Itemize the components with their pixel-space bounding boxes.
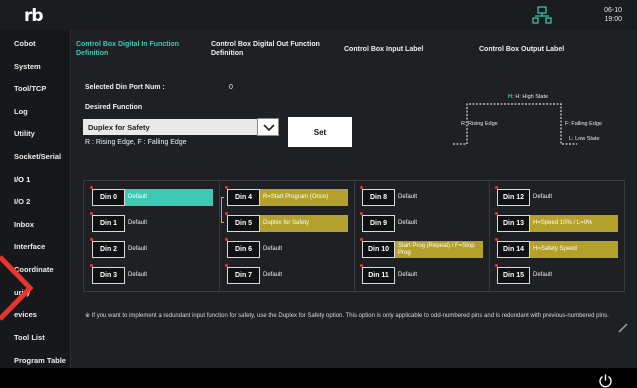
legend-rising: R: Rising Edge — [461, 121, 498, 127]
din-11-button[interactable]: Din 11 — [362, 267, 395, 284]
din-6-function[interactable]: Default — [260, 241, 348, 258]
din-6-button[interactable]: Din 6 — [227, 241, 260, 258]
function-select[interactable]: Duplex for Safety — [83, 119, 277, 135]
legend-high-text: H: High State — [515, 94, 549, 100]
sidebar-item-io1[interactable]: I/O 1 — [14, 175, 30, 184]
din-15-button[interactable]: Din 15 — [497, 267, 530, 284]
din-10-function[interactable]: Start Prog (Repeat) / F=Stop Prog — [395, 241, 483, 258]
sidebar-item-inbox[interactable]: Inbox — [14, 220, 34, 229]
bottom-bar — [0, 368, 637, 388]
din-1-function[interactable]: Default — [125, 215, 213, 232]
din-3-button[interactable]: Din 3 — [92, 267, 125, 284]
din-13-button[interactable]: Din 13 — [497, 215, 530, 232]
edge-hint: R : Rising Edge, F : Falling Edge — [85, 139, 187, 146]
main-panel: Control Box Digital In Function Definiti… — [71, 30, 637, 368]
legend-rising-text: R: Rising Edge — [461, 121, 498, 127]
date-text: 06-10 — [604, 7, 622, 14]
din-7-function[interactable]: Default — [260, 267, 348, 284]
top-bar: rb 06-10 19:00 — [0, 0, 637, 30]
din-5-button[interactable]: Din 5 — [227, 215, 260, 232]
din-0-function[interactable]: Default — [125, 189, 213, 206]
legend-low-text: L: Low State — [569, 136, 600, 142]
din-14-function[interactable]: H=Safety Speed — [530, 241, 618, 258]
sidebar-item-system[interactable]: System — [14, 62, 41, 71]
legend-low: L: Low State — [569, 136, 600, 142]
legend-falling: F: Falling Edge — [565, 121, 602, 127]
grid-divider — [354, 181, 355, 291]
din-1-button[interactable]: Din 1 — [92, 215, 125, 232]
din-0-button[interactable]: Din 0 — [92, 189, 125, 206]
din-8-button[interactable]: Din 8 — [362, 189, 395, 206]
tab-digital-in-function[interactable]: Control Box Digital In Function Definiti… — [76, 40, 204, 58]
sidebar-item-io2[interactable]: I/O 2 — [14, 197, 30, 206]
sidebar-item-socket-serial[interactable]: Socket/Serial — [14, 152, 61, 161]
duplex-note: ※ If you want to implement a redundant i… — [85, 313, 609, 319]
grid-divider — [219, 181, 220, 291]
sidebar-item-utility[interactable]: Utility — [14, 129, 35, 138]
network-icon[interactable] — [532, 6, 552, 24]
legend-high: H: H: High State — [508, 94, 549, 100]
power-icon[interactable] — [598, 373, 613, 388]
din-9-function[interactable]: Default — [395, 215, 483, 232]
sidebar-item-cobot[interactable]: Cobot — [14, 39, 36, 48]
din-4-button[interactable]: Din 4 — [227, 189, 260, 206]
din-2-button[interactable]: Din 2 — [92, 241, 125, 258]
din-12-function[interactable]: Default — [530, 189, 618, 206]
din-pin-grid: Din 0 Default Din 1 Default Din 2 Defaul… — [83, 180, 625, 292]
tab-bar: Control Box Digital In Function Definiti… — [71, 40, 637, 70]
chevron-down-icon — [263, 124, 275, 132]
logo: rb — [24, 6, 44, 26]
din-5-function[interactable]: Duplex for Safety — [260, 215, 348, 232]
din-11-function[interactable]: Default — [395, 267, 483, 284]
din-12-button[interactable]: Din 12 — [497, 189, 530, 206]
tab-output-label[interactable]: Control Box Output Label — [479, 45, 599, 54]
tab-input-label[interactable]: Control Box Input Label — [344, 45, 464, 54]
legend-falling-text: F: Falling Edge — [565, 121, 602, 127]
duplex-bracket — [221, 197, 224, 223]
din-8-function[interactable]: Default — [395, 189, 483, 206]
function-select-value: Duplex for Safety — [88, 123, 150, 132]
din-4-function[interactable]: R=Start Program (Once) — [260, 189, 348, 206]
chevron-right-icon — [0, 255, 34, 321]
time-text: 19:00 — [604, 16, 622, 23]
din-10-button[interactable]: Din 10 — [362, 241, 395, 258]
datetime: 06-10 19:00 — [596, 6, 622, 24]
tab-digital-out-function[interactable]: Control Box Digital Out Function Definit… — [211, 40, 337, 58]
desired-function-label: Desired Function — [85, 104, 143, 111]
sidebar-item-log[interactable]: Log — [14, 107, 28, 116]
sidebar-item-tool-list[interactable]: Tool List — [14, 333, 45, 342]
grid-divider — [489, 181, 490, 291]
selected-port-label: Selected Din Port Num : — [85, 84, 165, 91]
din-2-function[interactable]: Default — [125, 241, 213, 258]
set-button[interactable]: Set — [288, 117, 352, 147]
din-13-function[interactable]: H=Speed 10% / L=0% — [530, 215, 618, 232]
sidebar-item-tool-tcp[interactable]: Tool/TCP — [14, 84, 46, 93]
din-7-button[interactable]: Din 7 — [227, 267, 260, 284]
sidebar-item-program-table[interactable]: Program Table — [14, 356, 66, 365]
pencil-icon[interactable] — [617, 322, 629, 334]
din-9-button[interactable]: Din 9 — [362, 215, 395, 232]
selected-port-value: 0 — [229, 84, 233, 91]
sidebar-item-interface[interactable]: Interface — [14, 242, 45, 251]
din-3-function[interactable]: Default — [125, 267, 213, 284]
din-14-button[interactable]: Din 14 — [497, 241, 530, 258]
function-dropdown-button[interactable] — [257, 118, 279, 136]
din-15-function[interactable]: Default — [530, 267, 618, 284]
